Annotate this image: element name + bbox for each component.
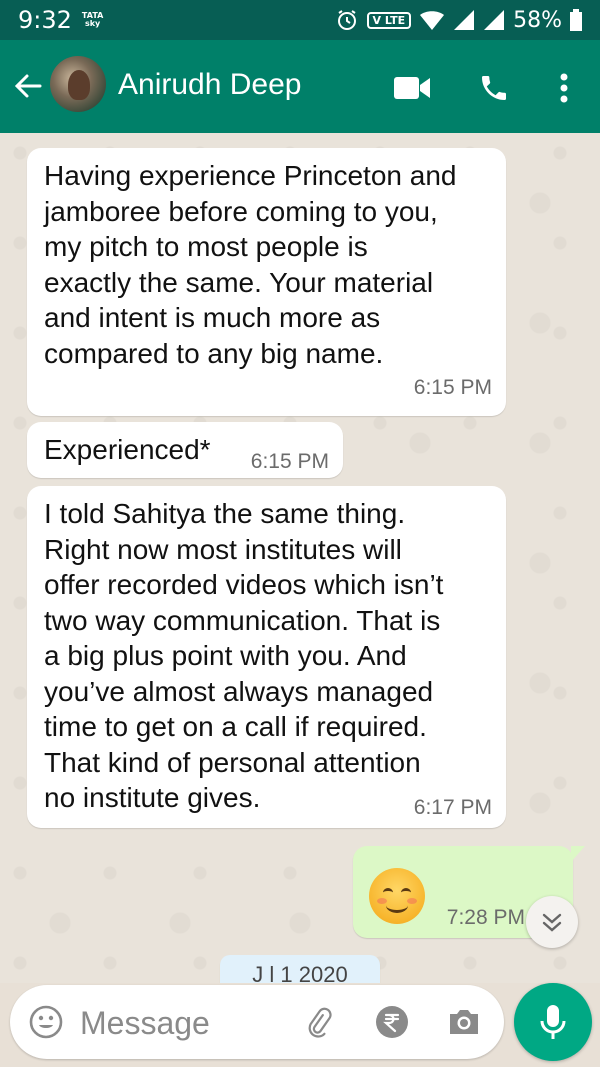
emoji-icon — [29, 1005, 63, 1039]
message-text: Having experience Princeton and jamboree… — [44, 160, 457, 369]
chat-header: Anirudh Deep — [0, 40, 600, 133]
message-placeholder: Message — [80, 1005, 210, 1041]
video-call-icon — [394, 77, 430, 99]
phone-icon — [482, 76, 506, 100]
message-bubble[interactable]: I told Sahitya the same thing. Right now… — [27, 486, 506, 828]
emoji-blush — [407, 898, 417, 904]
emoji-eye — [383, 888, 393, 897]
carrier-logo: TATA sky — [81, 11, 104, 28]
message-bubble[interactable]: Having experience Princeton and jamboree… — [27, 148, 506, 416]
message-time: 6:15 PM — [413, 376, 492, 399]
voice-message-button[interactable] — [514, 983, 592, 1061]
wifi-icon — [420, 11, 445, 30]
rupee-icon — [376, 1006, 408, 1038]
back-button[interactable] — [10, 66, 46, 106]
message-text: I told Sahitya the same thing. Right now… — [44, 498, 444, 813]
smiling-face-icon — [369, 868, 425, 924]
camera-icon — [450, 1010, 478, 1034]
status-time: 9:32 — [18, 6, 72, 34]
emoji-button[interactable] — [28, 1004, 64, 1040]
message-time: 6:17 PM — [413, 796, 492, 819]
status-bar: 9:32 TATA sky V LTE 58% — [0, 0, 600, 40]
battery-icon — [570, 9, 582, 31]
status-right: V LTE 58% — [335, 0, 582, 40]
battery-percent: 58% — [513, 7, 562, 33]
back-arrow-icon — [14, 74, 42, 98]
more-options-button[interactable] — [544, 68, 584, 108]
camera-button[interactable] — [446, 1004, 482, 1040]
composer-bar: Message — [0, 983, 600, 1067]
attach-button[interactable] — [300, 1004, 336, 1040]
alarm-icon — [337, 10, 356, 30]
contact-name[interactable]: Anirudh Deep — [118, 68, 301, 102]
payment-button[interactable] — [374, 1004, 410, 1040]
date-chip: J l 1 2020 — [220, 955, 380, 983]
emoji-eye — [401, 888, 411, 897]
signal-icon — [454, 10, 475, 30]
signal-icon-2 — [484, 10, 505, 30]
avatar[interactable] — [50, 56, 106, 112]
attach-icon — [308, 1007, 332, 1038]
message-bubble[interactable]: Experienced* 6:15 PM — [27, 422, 343, 478]
mic-icon — [540, 1005, 566, 1039]
volte-badge: V LTE — [366, 11, 412, 29]
message-time: 6:15 PM — [250, 450, 329, 473]
more-vert-icon — [560, 73, 568, 103]
chevron-double-down-icon — [542, 913, 562, 932]
chat-area[interactable]: Having experience Princeton and jamboree… — [0, 133, 600, 983]
scroll-to-bottom-button[interactable] — [526, 896, 578, 948]
video-call-button[interactable] — [392, 68, 432, 108]
bubble-tail — [571, 846, 585, 862]
emoji-smile — [386, 898, 408, 913]
message-time: 7:28 PM — [446, 906, 525, 929]
message-input[interactable]: Message — [10, 985, 504, 1059]
voice-call-button[interactable] — [474, 68, 514, 108]
